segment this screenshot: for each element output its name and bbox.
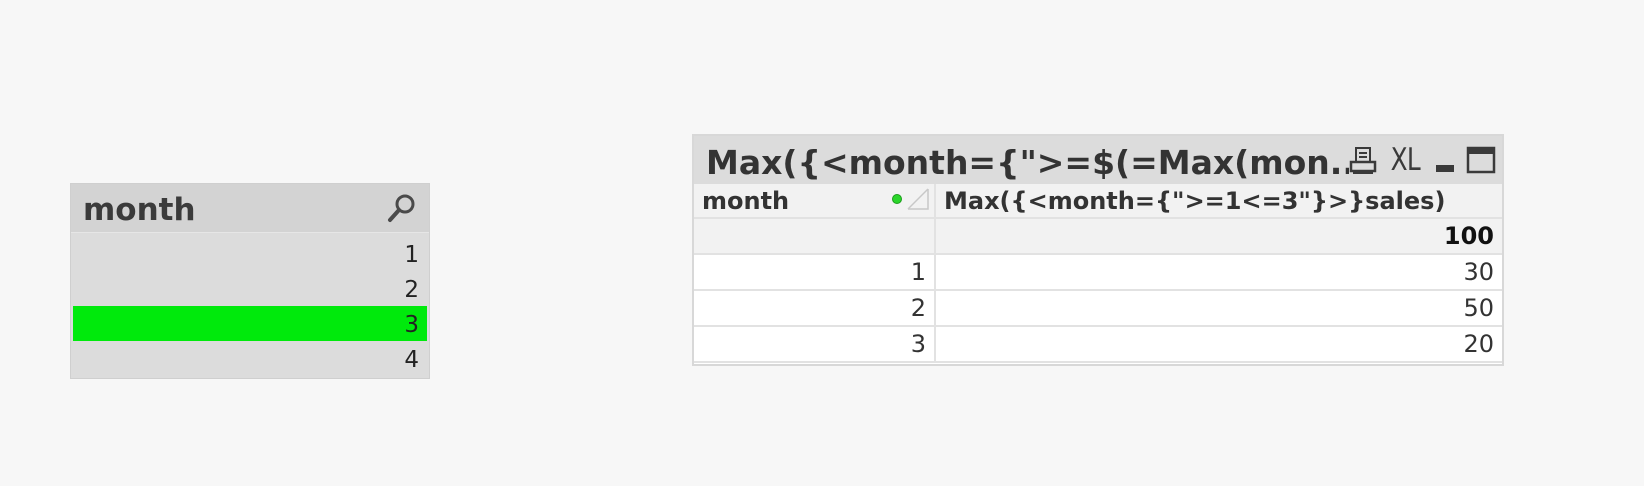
table-row[interactable]: 3 20 (694, 326, 1502, 363)
search-icon[interactable] (385, 191, 419, 225)
list-item[interactable]: 2 (73, 271, 427, 306)
table-cell-value: 20 (935, 326, 1502, 363)
print-icon[interactable] (1349, 143, 1377, 177)
table-row[interactable]: 2 50 (694, 290, 1502, 327)
minimize-icon[interactable] (1434, 143, 1456, 177)
sort-dot-icon (892, 194, 902, 204)
listbox-caption: month (71, 184, 429, 233)
caption-icons: XL (1349, 142, 1496, 178)
sort-indicator (892, 187, 930, 211)
column-header-month[interactable]: month (694, 184, 936, 219)
table-cell-month[interactable]: 1 (694, 254, 936, 291)
sheet-canvas: month 1 2 3 4 Max({<month={">=$(=Max(mon… (0, 0, 1644, 486)
month-listbox: month 1 2 3 4 (70, 183, 430, 379)
total-cell-value: 100 (935, 218, 1502, 255)
total-cell-dimension (694, 218, 936, 255)
table-cell-month[interactable]: 2 (694, 290, 936, 327)
sort-triangle-icon (907, 188, 929, 210)
straight-table: Max({<month={">=$(=Max(mon... XL month M… (692, 134, 1504, 366)
table-cell-value: 50 (935, 290, 1502, 327)
maximize-icon[interactable] (1466, 143, 1496, 177)
table-title: Max({<month={">=$(=Max(mon... (706, 142, 1350, 182)
column-header-expression[interactable]: Max({<month={">=1<=3"}>}sales) (935, 184, 1502, 219)
listbox-title: month (83, 192, 196, 228)
total-row: 100 (694, 218, 1502, 255)
table-row[interactable]: 1 30 (694, 254, 1502, 291)
list-item[interactable]: 4 (73, 341, 427, 376)
list-item-selected[interactable]: 3 (73, 306, 427, 341)
list-item[interactable]: 1 (73, 236, 427, 271)
listbox-items: 1 2 3 4 (71, 233, 429, 376)
export-excel-icon[interactable]: XL (1387, 142, 1424, 178)
table-cell-month[interactable]: 3 (694, 326, 936, 363)
table-caption: Max({<month={">=$(=Max(mon... XL (694, 136, 1502, 184)
data-grid: month Max({<month={">=1<=3"}>}sales) 100… (694, 184, 1502, 363)
table-cell-value: 30 (935, 254, 1502, 291)
header-row: month Max({<month={">=1<=3"}>}sales) (694, 184, 1502, 219)
